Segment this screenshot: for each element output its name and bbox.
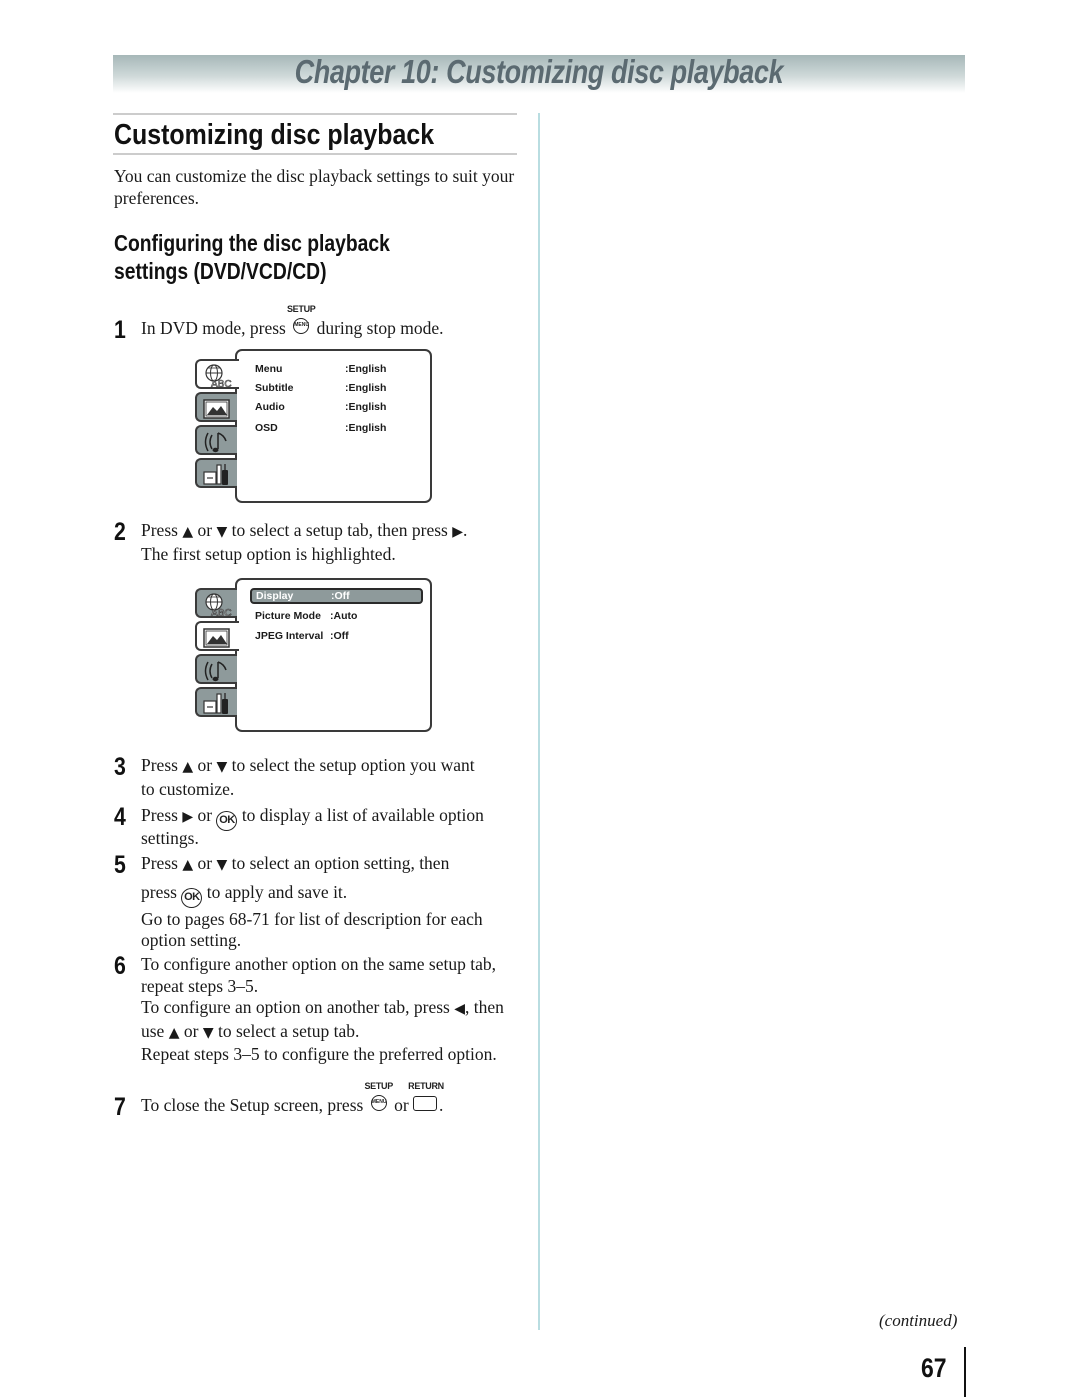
setup-option-label: OSD bbox=[255, 422, 278, 434]
svg-text:ABC: ABC bbox=[211, 608, 232, 618]
step-number: 7 bbox=[114, 1093, 126, 1121]
setup-option-row: JPEG Interval :Off bbox=[251, 628, 423, 644]
setup-option-value: :English bbox=[345, 422, 387, 434]
step-text: Press ▲ or ▼ to select an option setting… bbox=[141, 853, 483, 950]
column-divider bbox=[538, 113, 540, 1330]
ok-button-icon: OK bbox=[181, 887, 203, 908]
step-number: 6 bbox=[114, 952, 126, 980]
page-number: 67 bbox=[921, 1353, 947, 1383]
tab-audio bbox=[195, 425, 237, 455]
right-arrow-icon: ▶ bbox=[452, 524, 464, 540]
intro-paragraph: You can customize the disc playback sett… bbox=[114, 166, 515, 208]
setup-screen-language: Menu :English Subtitle :English Audio :Englis… bbox=[195, 349, 433, 504]
step-number: 1 bbox=[114, 316, 126, 344]
setup-menu-button-icon: SETUP MENU bbox=[287, 304, 316, 334]
up-arrow-icon: ▲ bbox=[182, 759, 194, 775]
setup-option-label: Picture Mode bbox=[255, 610, 321, 622]
step-number: 2 bbox=[114, 518, 126, 546]
setup-option-value: :Off bbox=[331, 590, 350, 602]
setup-option-row: Subtitle :English bbox=[251, 380, 423, 396]
setup-menu-button-icon: SETUP MENU bbox=[364, 1081, 393, 1111]
setup-option-row: OSD :English bbox=[251, 420, 423, 436]
setup-option-label: Menu bbox=[255, 363, 283, 375]
down-arrow-icon: ▼ bbox=[216, 759, 228, 775]
picture-icon bbox=[203, 399, 230, 419]
step-number: 5 bbox=[114, 851, 126, 879]
setup-option-value: :Off bbox=[330, 630, 349, 642]
setup-panel: Display :Off Picture Mode :Auto JPEG Interva… bbox=[235, 578, 432, 732]
down-arrow-icon: ▼ bbox=[216, 524, 228, 540]
setup-option-row: Picture Mode :Auto bbox=[251, 608, 423, 624]
up-arrow-icon: ▲ bbox=[182, 857, 194, 873]
subsection-title-line1: Configuring the disc playback bbox=[114, 230, 390, 256]
subsection-title: Configuring the disc playback settings (… bbox=[114, 229, 390, 285]
setup-option-label: JPEG Interval bbox=[255, 630, 324, 642]
step-number: 4 bbox=[114, 803, 126, 831]
setup-option-value: :English bbox=[345, 382, 387, 394]
return-button-icon: RETURN bbox=[408, 1081, 444, 1111]
left-arrow-icon: ◀ bbox=[454, 1001, 465, 1017]
setup-option-row: Display :Off bbox=[250, 588, 423, 604]
tab-display bbox=[195, 392, 237, 422]
setup-option-value: :Auto bbox=[330, 610, 358, 622]
tools-icon bbox=[203, 693, 228, 714]
step-text: Press ▶ or OK to display a list of avail… bbox=[141, 805, 484, 848]
step-text: Press ▲ or ▼ to select the setup option … bbox=[141, 755, 475, 799]
up-arrow-icon: ▲ bbox=[182, 524, 194, 540]
section-title: Customizing disc playback bbox=[114, 119, 435, 151]
subsection-title-line2: settings (DVD/VCD/CD) bbox=[114, 258, 327, 284]
tab-display bbox=[195, 621, 239, 651]
right-arrow-icon: ▶ bbox=[182, 809, 194, 825]
chapter-title: Chapter 10: Customizing disc playback bbox=[294, 53, 784, 90]
step-number: 3 bbox=[114, 753, 126, 781]
section-rule-bottom bbox=[113, 153, 517, 155]
section-rule-top bbox=[113, 113, 517, 115]
picture-icon bbox=[203, 628, 230, 648]
setup-option-value: :English bbox=[345, 363, 387, 375]
globe-abc-icon: ABC bbox=[205, 364, 232, 389]
setup-option-label: Subtitle bbox=[255, 382, 294, 394]
step-text: To close the Setup screen, press SETUP M… bbox=[141, 1081, 444, 1115]
tab-audio bbox=[195, 654, 237, 684]
continued-note: (continued) bbox=[879, 1311, 958, 1330]
setup-option-value: :English bbox=[345, 401, 387, 413]
chapter-header-bar: Chapter 10: Customizing disc playback bbox=[113, 53, 965, 93]
step-text: To configure another option on the same … bbox=[141, 954, 504, 1064]
svg-text:ABC: ABC bbox=[211, 379, 232, 389]
setup-option-row: Menu :English bbox=[251, 361, 423, 377]
music-note-icon bbox=[204, 661, 227, 682]
tab-other bbox=[195, 458, 237, 488]
down-arrow-icon: ▼ bbox=[216, 857, 228, 873]
setup-option-label: Audio bbox=[255, 401, 285, 413]
down-arrow-icon: ▼ bbox=[202, 1024, 214, 1041]
setup-screen-display: Display :Off Picture Mode :Auto JPEG Interva… bbox=[195, 578, 433, 733]
step-text: In DVD mode, press SETUP MENU during sto… bbox=[141, 304, 444, 338]
tab-language: ABC bbox=[195, 588, 237, 618]
tab-language: ABC bbox=[195, 359, 239, 389]
tab-other bbox=[195, 687, 237, 717]
tools-icon bbox=[203, 464, 228, 485]
globe-abc-icon: ABC bbox=[205, 593, 232, 618]
setup-option-row: Audio :English bbox=[251, 399, 423, 415]
page-number-rule bbox=[964, 1347, 966, 1397]
step-text: Press ▲ or ▼ to select a setup tab, then… bbox=[141, 520, 468, 564]
setup-option-label: Display bbox=[256, 590, 294, 602]
ok-button-icon: OK bbox=[216, 811, 238, 831]
music-note-icon bbox=[204, 432, 227, 453]
up-arrow-icon: ▲ bbox=[168, 1024, 180, 1041]
setup-panel: Menu :English Subtitle :English Audio :Englis… bbox=[235, 349, 432, 503]
